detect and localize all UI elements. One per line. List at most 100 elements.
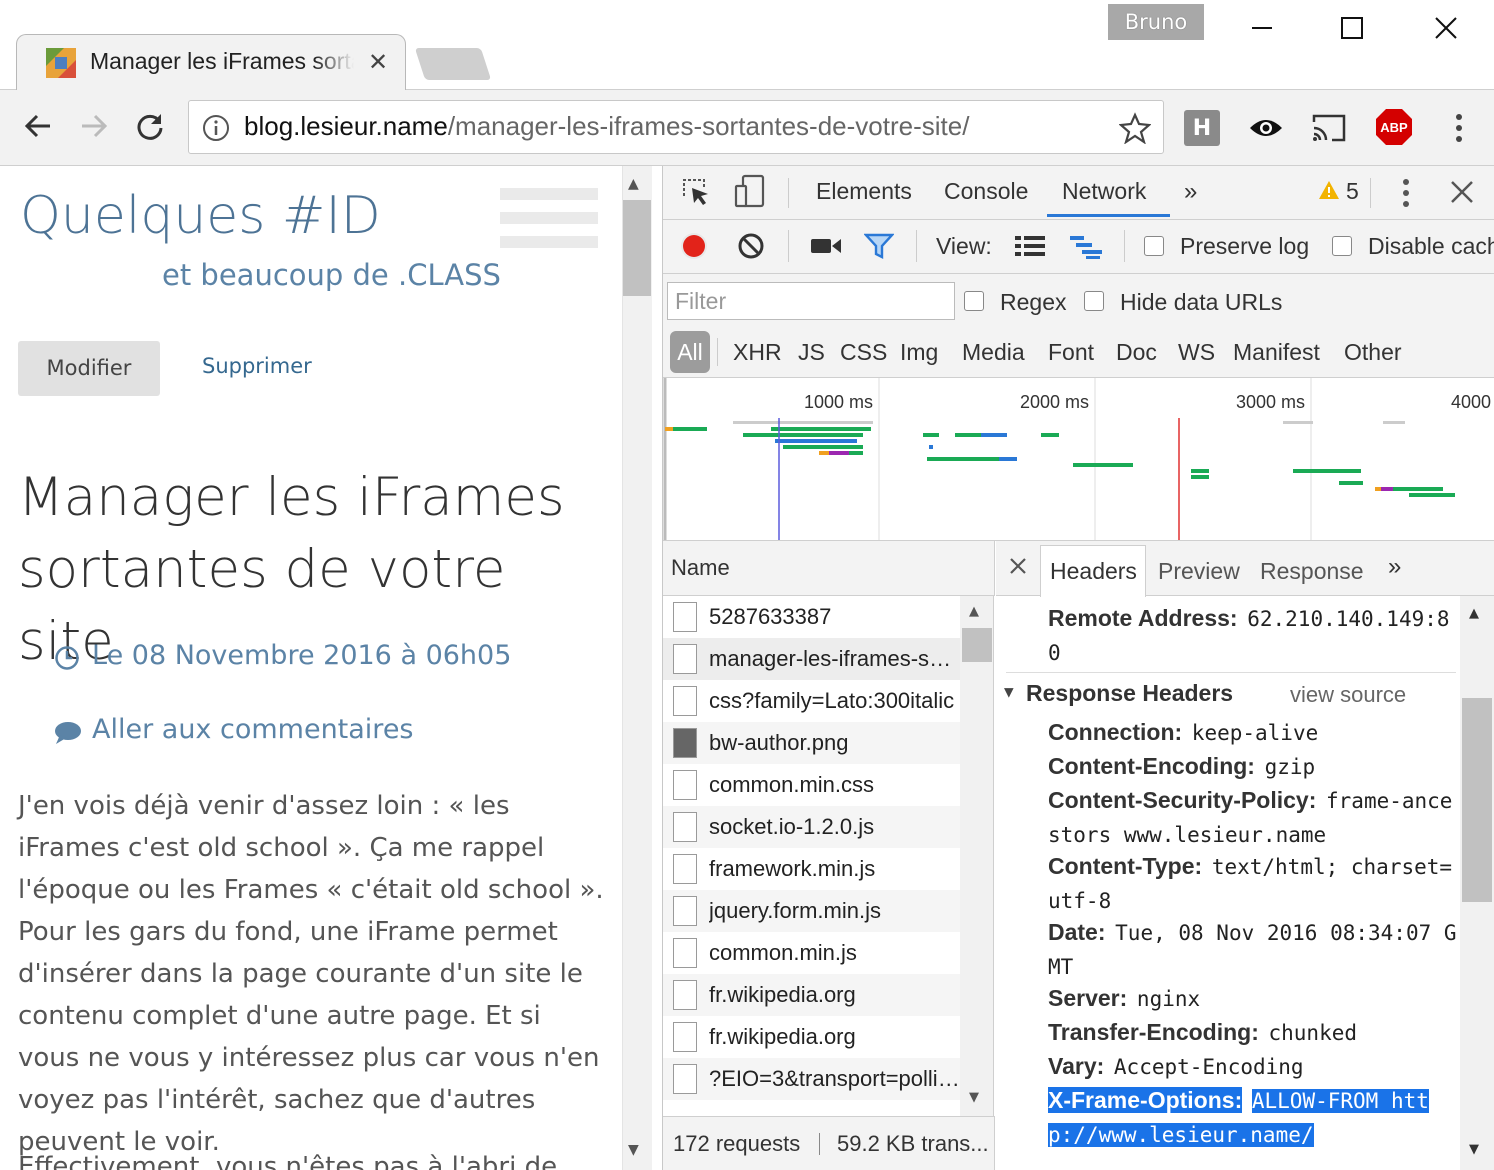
- filter-icon[interactable]: [863, 232, 895, 264]
- type-filter-all[interactable]: All: [670, 331, 710, 373]
- expand-arrow-icon[interactable]: ▼: [1004, 682, 1014, 701]
- site-title[interactable]: Quelques #ID: [20, 186, 381, 246]
- capture-screenshots-icon[interactable]: [810, 236, 842, 260]
- request-row[interactable]: 5287633387: [663, 596, 960, 638]
- large-rows-icon[interactable]: [1014, 234, 1046, 262]
- type-filter-xhr[interactable]: XHR: [733, 339, 782, 366]
- site-info-icon[interactable]: [200, 112, 232, 144]
- warning-count[interactable]: 5: [1346, 178, 1359, 205]
- scroll-down-icon[interactable]: ▼: [1469, 1142, 1479, 1157]
- tab-preview[interactable]: Preview: [1158, 558, 1240, 585]
- header-row: Server: nginx: [1048, 985, 1201, 1011]
- delete-link[interactable]: Supprimer: [202, 354, 312, 378]
- response-headers-title[interactable]: Response Headers: [1026, 680, 1233, 707]
- request-row[interactable]: bw-author.png: [663, 722, 960, 764]
- type-filter-other[interactable]: Other: [1344, 339, 1402, 366]
- request-row[interactable]: css?family=Lato:300italic: [663, 680, 960, 722]
- request-list-scrollbar[interactable]: [960, 596, 994, 1116]
- request-row[interactable]: fr.wikipedia.org: [663, 1016, 960, 1058]
- bookmark-star-icon[interactable]: [1116, 110, 1154, 146]
- request-row[interactable]: jquery.form.min.js: [663, 890, 960, 932]
- more-detail-tabs-icon[interactable]: »: [1388, 553, 1401, 581]
- eye-icon[interactable]: [1246, 110, 1286, 146]
- type-filter-media[interactable]: Media: [962, 339, 1025, 366]
- scroll-up-icon[interactable]: ▲: [969, 604, 979, 619]
- disable-cache-checkbox[interactable]: [1332, 236, 1352, 256]
- request-row[interactable]: common.min.js: [663, 932, 960, 974]
- clear-icon[interactable]: [737, 232, 765, 264]
- view-source-link[interactable]: view source: [1290, 682, 1406, 708]
- header-row: Transfer-Encoding: chunked: [1048, 1019, 1358, 1045]
- tab-response[interactable]: Response: [1260, 558, 1364, 585]
- more-tabs-icon[interactable]: »: [1184, 178, 1197, 206]
- close-detail-icon[interactable]: [1008, 556, 1028, 580]
- inspect-element-icon[interactable]: [680, 176, 712, 212]
- scroll-up-icon[interactable]: ▲: [1469, 606, 1479, 621]
- svg-text:ABP: ABP: [1380, 120, 1408, 135]
- adblock-plus-icon[interactable]: ABP: [1374, 107, 1414, 147]
- request-row[interactable]: fr.wikipedia.org: [663, 974, 960, 1016]
- reload-button[interactable]: [130, 106, 170, 146]
- type-filter-manifest[interactable]: Manifest: [1233, 339, 1320, 366]
- scroll-up-icon[interactable]: ▲: [628, 176, 639, 192]
- type-filter-img[interactable]: Img: [900, 339, 938, 366]
- request-row[interactable]: ?EIO=3&transport=polling: [663, 1058, 960, 1100]
- scroll-down-icon[interactable]: ▼: [628, 1142, 639, 1158]
- toolbar-divider: [916, 230, 917, 262]
- tab-network[interactable]: Network: [1062, 178, 1146, 205]
- request-list-scroll-thumb[interactable]: [962, 628, 992, 662]
- forward-button[interactable]: [74, 106, 114, 146]
- back-button[interactable]: [18, 106, 58, 146]
- record-icon[interactable]: [680, 232, 708, 264]
- name-column-header[interactable]: Name: [663, 541, 995, 596]
- request-row[interactable]: socket.io-1.2.0.js: [663, 806, 960, 848]
- menu-bar-3[interactable]: [500, 236, 598, 248]
- network-overview[interactable]: 1000 ms 2000 ms 3000 ms 4000: [663, 378, 1494, 541]
- section-divider: [1006, 672, 1456, 673]
- tab-console[interactable]: Console: [944, 178, 1028, 205]
- browser-menu-icon[interactable]: [1444, 110, 1474, 146]
- devtools-close-icon[interactable]: [1450, 180, 1474, 208]
- devtools-menu-icon[interactable]: [1402, 178, 1410, 212]
- headers-scroll-thumb[interactable]: [1462, 698, 1492, 902]
- tab-close-icon[interactable]: ✕: [368, 48, 388, 76]
- file-icon: [673, 602, 697, 632]
- type-filter-css[interactable]: CSS: [840, 339, 887, 366]
- request-row[interactable]: common.min.css: [663, 764, 960, 806]
- edit-button[interactable]: Modifier: [18, 341, 160, 396]
- page-scroll-thumb[interactable]: [623, 200, 651, 296]
- request-list: 5287633387 manager-les-iframes-sortantes…: [663, 596, 960, 1116]
- header-row-selected[interactable]: X-Frame-Options: ALLOW-FROM http://www.l…: [1048, 1084, 1458, 1153]
- h-extension-icon[interactable]: H: [1184, 110, 1220, 146]
- preserve-log-checkbox[interactable]: [1144, 236, 1164, 256]
- url-text[interactable]: blog.lesieur.name/manager-les-iframes-so…: [244, 111, 969, 142]
- profile-button[interactable]: Bruno: [1108, 4, 1204, 40]
- toolbar-divider: [1124, 230, 1125, 262]
- type-filter-font[interactable]: Font: [1048, 339, 1094, 366]
- minimize-button[interactable]: [1232, 6, 1292, 50]
- url-host: blog.lesieur.name: [244, 111, 448, 141]
- type-filter-doc[interactable]: Doc: [1116, 339, 1157, 366]
- device-toolbar-icon[interactable]: [734, 174, 766, 212]
- request-row[interactable]: framework.min.js: [663, 848, 960, 890]
- tab-elements[interactable]: Elements: [816, 178, 912, 205]
- page-scrollbar[interactable]: [622, 166, 652, 1170]
- comments-link[interactable]: Aller aux commentaires: [92, 714, 414, 745]
- tab-headers[interactable]: Headers: [1050, 558, 1137, 585]
- hide-data-urls-checkbox[interactable]: [1084, 291, 1104, 311]
- maximize-button[interactable]: [1322, 6, 1382, 50]
- waterfall-overview-icon[interactable]: [1068, 234, 1104, 264]
- type-filter-js[interactable]: JS: [798, 339, 825, 366]
- new-tab-button[interactable]: [414, 48, 492, 80]
- scroll-down-icon[interactable]: ▼: [969, 1090, 979, 1105]
- request-row-selected[interactable]: manager-les-iframes-sortantes-de-votre-s…: [663, 638, 960, 680]
- close-window-button[interactable]: [1416, 6, 1476, 50]
- menu-bar-1[interactable]: [500, 188, 598, 200]
- warning-icon[interactable]: [1318, 180, 1340, 204]
- filter-input[interactable]: Filter: [667, 282, 955, 320]
- site-subtitle: et beaucoup de .CLASS: [162, 258, 501, 292]
- cast-icon[interactable]: [1308, 108, 1350, 148]
- menu-bar-2[interactable]: [500, 212, 598, 224]
- regex-checkbox[interactable]: [964, 291, 984, 311]
- type-filter-ws[interactable]: WS: [1178, 339, 1215, 366]
